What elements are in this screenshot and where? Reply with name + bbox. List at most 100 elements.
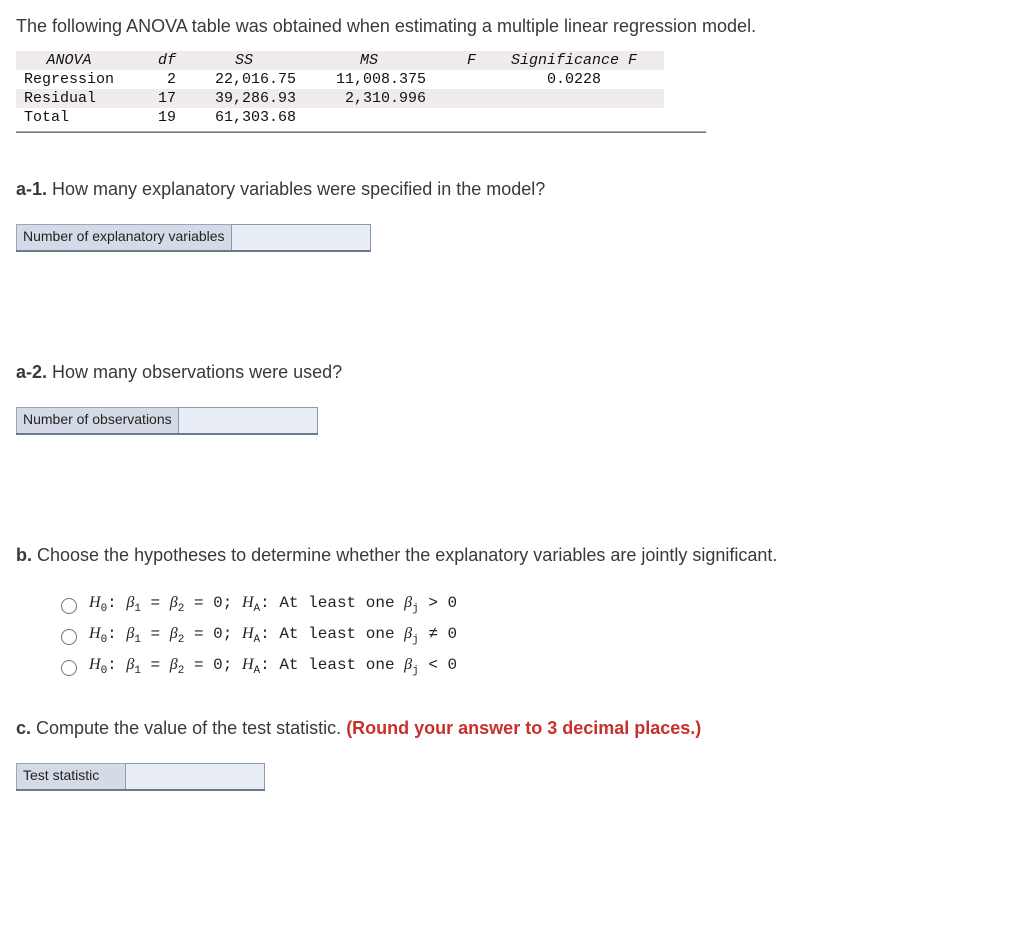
cell-ms: 2,310.996 (304, 89, 434, 108)
q-b-option-3[interactable]: H0: β1 = β2 = 0; HA: At least one βj < 0 (56, 656, 1008, 677)
q-b-hyp-2: H0: β1 = β2 = 0; HA: At least one βj ≠ 0 (89, 625, 457, 646)
colon: : (107, 656, 126, 674)
cmp: ≠ 0 (419, 625, 457, 643)
cell-df: 17 (134, 89, 184, 108)
betaj-sub: j (412, 603, 419, 615)
eq: = (141, 625, 170, 643)
q-b-text: Choose the hypotheses to determine wheth… (32, 545, 777, 565)
anova-row-total: Total 19 61,303.68 (16, 108, 664, 127)
q-c-input-label: Test statistic (16, 763, 126, 789)
q-a1-label: a-1. How many explanatory variables were… (16, 179, 1008, 200)
betaj: β (404, 625, 412, 642)
q-a1-text: How many explanatory variables were spec… (47, 179, 545, 199)
cell-label: Residual (16, 89, 134, 108)
ha-H: H (242, 625, 254, 642)
cell-label: Regression (16, 70, 134, 89)
cell-ms: 11,008.375 (304, 70, 434, 89)
question-c: c. Compute the value of the test statist… (16, 718, 1008, 791)
q-a1-input-label: Number of explanatory variables (16, 224, 232, 250)
q-b-num: b. (16, 545, 32, 565)
betaj-sub: j (412, 634, 419, 646)
beta2: β (170, 656, 178, 673)
ha-H: H (242, 594, 254, 611)
q-b-hyp-1: H0: β1 = β2 = 0; HA: At least one βj > 0 (89, 594, 457, 615)
cell-ss: 39,286.93 (184, 89, 304, 108)
q-a2-label: a-2. How many observations were used? (16, 362, 1008, 383)
betaj-sub: j (412, 666, 419, 678)
anova-table-wrap: ANOVA df SS MS F Significance F Regressi… (16, 51, 1008, 133)
q-c-label: c. Compute the value of the test statist… (16, 718, 1008, 739)
cell-ss: 22,016.75 (184, 70, 304, 89)
colon: : (107, 625, 126, 643)
anova-row-residual: Residual 17 39,286.93 2,310.996 (16, 89, 664, 108)
anova-h-source: ANOVA (16, 51, 134, 70)
cell-ms (304, 108, 434, 127)
question-a1: a-1. How many explanatory variables were… (16, 179, 1008, 252)
betaj: β (404, 656, 412, 673)
beta1-sub: 1 (134, 603, 141, 615)
q-a2-text: How many observations were used? (47, 362, 342, 382)
cell-df: 2 (134, 70, 184, 89)
q-b-radio-3[interactable] (61, 660, 77, 676)
cell-f (434, 108, 484, 127)
q-b-label: b. Choose the hypotheses to determine wh… (16, 545, 1008, 566)
q-b-radio-1[interactable] (61, 598, 77, 614)
ha-H: H (242, 656, 254, 673)
q-a2-input[interactable] (178, 407, 318, 433)
eq2: = 0; (184, 594, 242, 612)
q-c-num: c. (16, 718, 31, 738)
eq2: = 0; (184, 656, 242, 674)
h0-H: H (89, 625, 101, 642)
betaj: β (404, 594, 412, 611)
cell-f (434, 89, 484, 108)
cell-ss: 61,303.68 (184, 108, 304, 127)
anova-header-row: ANOVA df SS MS F Significance F (16, 51, 664, 70)
q-b-option-1[interactable]: H0: β1 = β2 = 0; HA: At least one βj > 0 (56, 594, 1008, 615)
table-bottom-rule (16, 131, 706, 133)
q-b-options: H0: β1 = β2 = 0; HA: At least one βj > 0… (56, 594, 1008, 678)
q-c-input[interactable] (125, 763, 265, 789)
anova-table: ANOVA df SS MS F Significance F Regressi… (16, 51, 664, 127)
q-a1-input-bar: Number of explanatory variables (16, 224, 371, 252)
q-b-option-2[interactable]: H0: β1 = β2 = 0; HA: At least one βj ≠ 0 (56, 625, 1008, 646)
q-a1-num: a-1. (16, 179, 47, 199)
beta2: β (170, 625, 178, 642)
question-a2: a-2. How many observations were used? Nu… (16, 362, 1008, 435)
beta1-sub: 1 (134, 634, 141, 646)
q-c-text: Compute the value of the test statistic. (31, 718, 346, 738)
anova-h-sig: Significance F (484, 51, 664, 70)
cell-sig (484, 108, 664, 127)
q-b-radio-2[interactable] (61, 629, 77, 645)
q-c-input-bar: Test statistic (16, 763, 265, 791)
cell-df: 19 (134, 108, 184, 127)
beta2: β (170, 594, 178, 611)
colon: : (107, 594, 126, 612)
anova-row-regression: Regression 2 22,016.75 11,008.375 0.0228 (16, 70, 664, 89)
h0-H: H (89, 594, 101, 611)
eq2: = 0; (184, 625, 242, 643)
cell-label: Total (16, 108, 134, 127)
q-b-hyp-3: H0: β1 = β2 = 0; HA: At least one βj < 0 (89, 656, 457, 677)
q-c-hint: (Round your answer to 3 decimal places.) (346, 718, 701, 738)
h0-H: H (89, 656, 101, 673)
anova-h-f: F (434, 51, 484, 70)
tail: : At least one (260, 656, 404, 674)
cell-f (434, 70, 484, 89)
eq: = (141, 656, 170, 674)
eq: = (141, 594, 170, 612)
tail: : At least one (260, 625, 404, 643)
q-a2-input-bar: Number of observations (16, 407, 318, 435)
q-a1-input[interactable] (231, 224, 371, 250)
beta1-sub: 1 (134, 666, 141, 678)
anova-h-ss: SS (184, 51, 304, 70)
anova-h-ms: MS (304, 51, 434, 70)
cmp: > 0 (419, 594, 457, 612)
anova-h-df: df (134, 51, 184, 70)
intro-text: The following ANOVA table was obtained w… (16, 16, 1008, 37)
cell-sig: 0.0228 (484, 70, 664, 89)
tail: : At least one (260, 594, 404, 612)
q-a2-input-label: Number of observations (16, 407, 179, 433)
q-a2-num: a-2. (16, 362, 47, 382)
cell-sig (484, 89, 664, 108)
cmp: < 0 (419, 656, 457, 674)
